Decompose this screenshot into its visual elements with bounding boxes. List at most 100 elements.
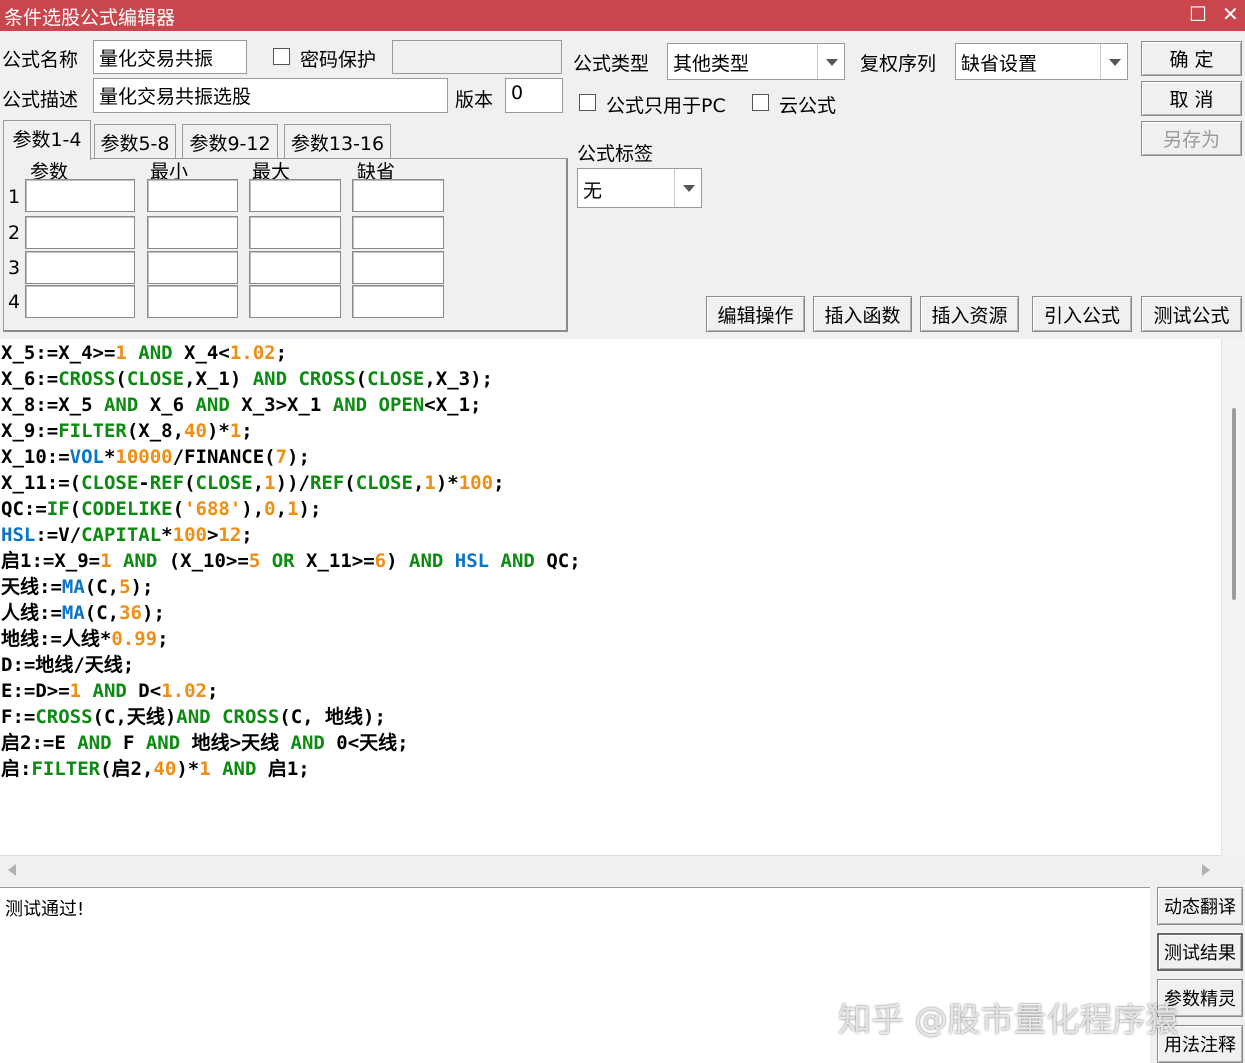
close-icon[interactable]: ✕ bbox=[1222, 2, 1239, 26]
save-as-button[interactable]: 另存为 bbox=[1141, 121, 1242, 156]
param-1-min-input[interactable] bbox=[147, 179, 238, 212]
code-line[interactable]: X_11:=(CLOSE-REF(CLOSE,1))/REF(CLOSE,1)*… bbox=[1, 470, 581, 496]
code-line[interactable]: 天线:=MA(C,5); bbox=[1, 574, 581, 600]
code-token: HSL bbox=[454, 550, 490, 572]
scroll-left-icon[interactable] bbox=[6, 863, 18, 877]
test-formula-button[interactable]: 测试公式 bbox=[1141, 296, 1242, 332]
param-4-max-input[interactable] bbox=[249, 285, 341, 318]
insert-function-button[interactable]: 插入函数 bbox=[813, 296, 912, 332]
code-line[interactable]: X_8:=X_5 AND X_6 AND X_3>X_1 AND OPEN<X_… bbox=[1, 392, 581, 418]
code-token: CLOSE bbox=[195, 472, 253, 494]
param-3-max-input[interactable] bbox=[249, 251, 341, 284]
code-line[interactable]: HSL:=V/CAPITAL*100>12; bbox=[1, 522, 581, 548]
chevron-down-icon[interactable] bbox=[817, 44, 844, 79]
watermark: 知乎 @股市量化程序猿 bbox=[838, 1000, 1179, 1039]
tab-params-9-12[interactable]: 参数9-12 bbox=[182, 124, 278, 158]
horizontal-scrollbar[interactable] bbox=[0, 855, 1221, 883]
chevron-down-icon[interactable] bbox=[674, 169, 701, 207]
param-2-name-input[interactable] bbox=[25, 216, 135, 249]
code-token: 40 bbox=[184, 420, 207, 442]
formula-name-input[interactable]: 量化交易共振 bbox=[93, 40, 247, 74]
code-editor[interactable]: X_5:=X_4>=1 AND X_4<1.02; X_6:=CROSS(CLOS… bbox=[0, 339, 1221, 855]
tab-params-1-4[interactable]: 参数1-4 bbox=[3, 120, 91, 160]
code-token: )* bbox=[206, 420, 230, 442]
maximize-icon[interactable]: ☐ bbox=[1189, 2, 1207, 26]
code-token: (C,天线) bbox=[92, 706, 177, 728]
cancel-button[interactable]: 取 消 bbox=[1141, 81, 1242, 116]
version-input[interactable]: 0 bbox=[505, 78, 563, 113]
code-token: <X_1; bbox=[424, 394, 482, 416]
code-line[interactable]: 启:FILTER(启2,40)*1 AND 启1; bbox=[1, 756, 581, 782]
code-token: 启: bbox=[1, 758, 32, 780]
code-line[interactable]: 启2:=E AND F AND 地线>天线 AND 0<天线; bbox=[1, 730, 581, 756]
vertical-scrollbar-thumb[interactable] bbox=[1232, 408, 1236, 600]
param-2-default-input[interactable] bbox=[352, 216, 444, 249]
param-4-name-input[interactable] bbox=[25, 285, 135, 318]
code-token: 地线>天线 bbox=[191, 732, 291, 754]
code-line[interactable]: X_5:=X_4>=1 AND X_4<1.02; bbox=[1, 340, 581, 366]
code-token: ; bbox=[275, 342, 288, 364]
password-checkbox[interactable] bbox=[273, 48, 290, 65]
param-1-default-input[interactable] bbox=[352, 179, 444, 212]
code-token: 地线:=人线* bbox=[1, 628, 112, 650]
code-line[interactable]: 人线:=MA(C,36); bbox=[1, 600, 581, 626]
code-line[interactable]: X_9:=FILTER(X_8,40)*1; bbox=[1, 418, 581, 444]
code-token: CODELIKE bbox=[81, 498, 173, 520]
param-3-name-input[interactable] bbox=[25, 251, 135, 284]
code-token: X_11:=( bbox=[1, 472, 82, 494]
pc-only-checkbox[interactable] bbox=[579, 94, 596, 111]
code-token: 人线:= bbox=[1, 602, 62, 624]
scroll-right-icon[interactable] bbox=[1200, 863, 1212, 877]
param-1-max-input[interactable] bbox=[249, 179, 341, 212]
code-line[interactable]: QC:=IF(CODELIKE('688'),0,1); bbox=[1, 496, 581, 522]
code-token: ; bbox=[241, 420, 253, 442]
test-result-button[interactable]: 测试结果 bbox=[1157, 933, 1243, 971]
dynamic-translate-button[interactable]: 动态翻译 bbox=[1157, 887, 1243, 925]
code-line[interactable]: X_10:=VOL*10000/FINANCE(7); bbox=[1, 444, 581, 470]
rights-series-select[interactable]: 缺省设置 bbox=[955, 43, 1128, 80]
code-token: ; bbox=[241, 524, 253, 546]
code-token: '688' bbox=[184, 498, 242, 520]
code-token: (X_8, bbox=[126, 420, 185, 442]
formula-tag-select[interactable]: 无 bbox=[577, 168, 702, 208]
cloud-formula-label: 云公式 bbox=[779, 95, 837, 117]
param-3-min-input[interactable] bbox=[147, 251, 238, 284]
edit-operations-button[interactable]: 编辑操作 bbox=[706, 296, 805, 332]
code-token: /FINANCE( bbox=[172, 446, 276, 468]
code-token: )* bbox=[435, 472, 459, 494]
code-text[interactable]: X_5:=X_4>=1 AND X_4<1.02; X_6:=CROSS(CLOS… bbox=[1, 340, 581, 782]
code-line[interactable]: E:=D>=1 AND D<1.02; bbox=[1, 678, 581, 704]
param-2-max-input[interactable] bbox=[249, 216, 341, 249]
import-formula-button[interactable]: 引入公式 bbox=[1032, 296, 1132, 332]
param-1-name-input[interactable] bbox=[25, 179, 135, 212]
code-line[interactable]: D:=地线/天线; bbox=[1, 652, 581, 678]
code-line[interactable]: F:=CROSS(C,天线)AND CROSS(C, 地线); bbox=[1, 704, 581, 730]
ok-button[interactable]: 确 定 bbox=[1141, 41, 1242, 76]
code-line[interactable]: X_6:=CROSS(CLOSE,X_1) AND CROSS(CLOSE,X_… bbox=[1, 366, 581, 392]
code-line[interactable]: 启1:=X_9=1 AND (X_10>=5 OR X_11>=6) AND H… bbox=[1, 548, 581, 574]
tab-params-13-16[interactable]: 参数13-16 bbox=[284, 124, 391, 158]
code-token: ( bbox=[115, 368, 127, 390]
code-token: 1 bbox=[199, 758, 211, 780]
code-token: CROSS bbox=[298, 368, 356, 390]
param-2-min-input[interactable] bbox=[147, 216, 238, 249]
code-token: 启1:=X_9= bbox=[1, 550, 101, 572]
code-token: , bbox=[252, 472, 265, 494]
formula-desc-input[interactable]: 量化交易共振选股 bbox=[93, 78, 448, 113]
code-token: AND bbox=[409, 550, 455, 572]
code-line[interactable]: 地线:=人线*0.99; bbox=[1, 626, 581, 652]
param-4-default-input[interactable] bbox=[352, 285, 444, 318]
password-input[interactable] bbox=[392, 40, 562, 74]
code-token: 1 bbox=[287, 498, 299, 520]
code-token: CLOSE bbox=[126, 368, 185, 390]
code-token: ( bbox=[172, 498, 185, 520]
param-3-default-input[interactable] bbox=[352, 251, 444, 284]
formula-type-select[interactable]: 其他类型 bbox=[667, 43, 845, 80]
cloud-formula-checkbox[interactable] bbox=[752, 94, 769, 111]
tab-params-5-8[interactable]: 参数5-8 bbox=[94, 124, 176, 158]
code-token: ( bbox=[184, 472, 196, 494]
param-4-min-input[interactable] bbox=[147, 285, 238, 318]
code-token: FILTER bbox=[31, 758, 101, 780]
chevron-down-icon[interactable] bbox=[1100, 44, 1127, 79]
insert-resource-button[interactable]: 插入资源 bbox=[920, 296, 1019, 332]
